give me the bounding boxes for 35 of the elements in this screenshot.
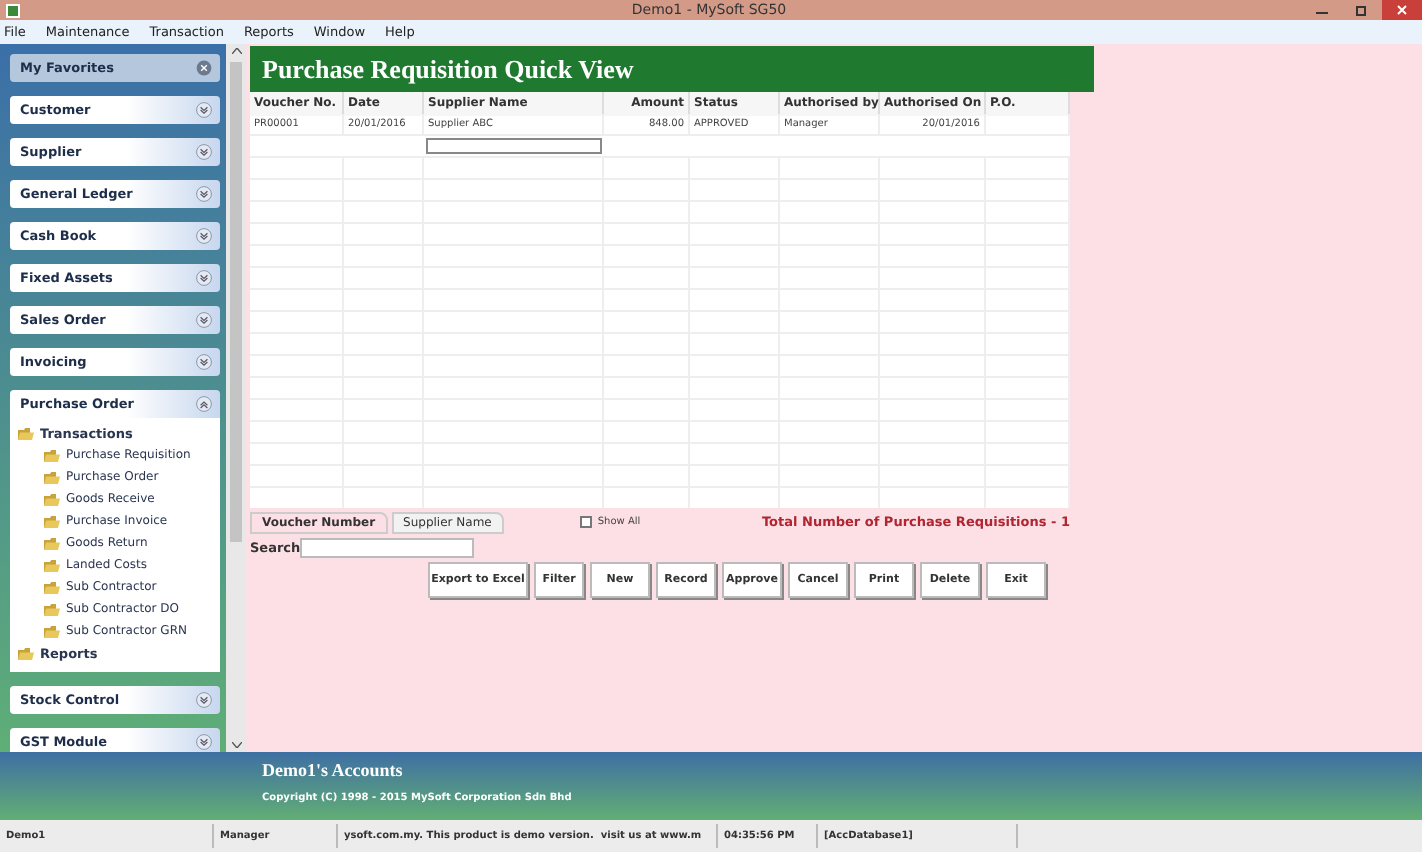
scroll-down-icon[interactable]: [231, 742, 241, 748]
expand-icon[interactable]: [196, 270, 212, 286]
expand-icon[interactable]: [196, 186, 212, 202]
close-icon: [1396, 4, 1408, 16]
folder-icon: [44, 537, 60, 549]
footer-title: Demo1's Accounts: [262, 760, 405, 780]
folder-icon: [18, 647, 34, 659]
folder-icon: [44, 471, 60, 483]
expand-icon[interactable]: [196, 312, 212, 328]
folder-icon: [44, 625, 60, 637]
folder-icon: [44, 581, 60, 593]
input-field[interactable]: [426, 138, 602, 154]
scroll-thumb[interactable]: [230, 62, 242, 542]
folder-icon: [44, 449, 60, 461]
folder-icon: [44, 493, 60, 505]
expand-icon[interactable]: [196, 734, 212, 750]
page-title: Purchase Requisition Quick View: [262, 53, 634, 85]
close-icon[interactable]: [196, 60, 212, 76]
scrollbar[interactable]: [226, 44, 246, 752]
expand-icon[interactable]: [196, 102, 212, 118]
expand-icon[interactable]: [196, 228, 212, 244]
folder-icon: [44, 603, 60, 615]
restore-icon: [1356, 4, 1368, 16]
expand-icon[interactable]: [196, 354, 212, 370]
scroll-up-icon[interactable]: [231, 48, 241, 54]
search-field[interactable]: [300, 538, 475, 558]
expand-icon[interactable]: [196, 144, 212, 160]
checkbox[interactable]: [579, 516, 592, 528]
expand-icon[interactable]: [196, 692, 212, 708]
close-button[interactable]: [1382, 0, 1422, 20]
folder-icon: [44, 515, 60, 527]
app-icon: [6, 3, 20, 17]
collapse-icon[interactable]: [196, 396, 212, 412]
folder-icon: [44, 559, 60, 571]
folder-icon: [18, 427, 34, 439]
